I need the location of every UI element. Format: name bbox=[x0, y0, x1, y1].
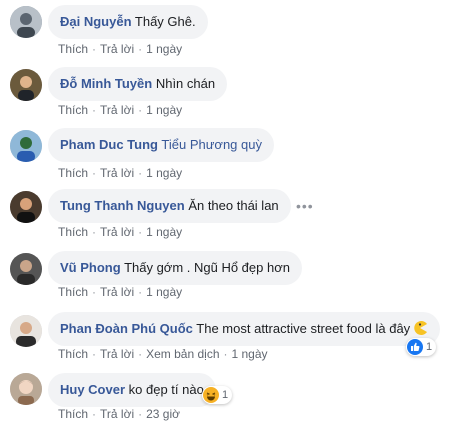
comment-author[interactable]: Đại Nguyễn bbox=[60, 14, 132, 29]
avatar[interactable] bbox=[10, 191, 42, 223]
comment-time[interactable]: 1 ngày bbox=[232, 347, 268, 361]
avatar[interactable] bbox=[10, 130, 42, 162]
comment-bubble: Đỗ Minh Tuyền Nhìn chán bbox=[48, 67, 228, 101]
avatar[interactable] bbox=[10, 253, 42, 285]
comment-time[interactable]: 1 ngày bbox=[146, 285, 182, 299]
comment-bubble: Vũ Phong Thấy gớm . Ngũ Hổ đẹp hơn bbox=[48, 251, 302, 285]
comment-actions: Thích · Trả lời · Xem bản dịch · 1 ngày bbox=[58, 347, 268, 361]
reply-link[interactable]: Trả lời bbox=[100, 103, 134, 117]
comment-time[interactable]: 1 ngày bbox=[146, 166, 182, 180]
mention-link[interactable]: Phương quỳ bbox=[190, 137, 262, 152]
comment-author[interactable]: Huy Cover bbox=[60, 382, 125, 397]
reply-link[interactable]: Trả lời bbox=[100, 347, 134, 361]
like-link[interactable]: Thích bbox=[58, 166, 88, 180]
like-link[interactable]: Thích bbox=[58, 42, 88, 56]
translate-link[interactable]: Xem bản dịch bbox=[146, 347, 219, 361]
like-link[interactable]: Thích bbox=[58, 285, 88, 299]
more-options-icon[interactable]: ••• bbox=[296, 198, 314, 214]
comment-text: ko đẹp tí nào bbox=[128, 382, 204, 397]
comment-text: Thấy Ghê. bbox=[134, 14, 196, 29]
comment-text: The most attractive street food là đây bbox=[196, 321, 411, 336]
reply-link[interactable]: Trả lời bbox=[100, 285, 134, 299]
avatar[interactable] bbox=[10, 315, 42, 347]
comment-bubble: Tung Thanh Nguyen Ăn theo thái lan bbox=[48, 189, 291, 223]
like-link[interactable]: Thích bbox=[58, 225, 88, 239]
haha-icon bbox=[203, 387, 219, 403]
comment-actions: Thích · Trả lời · 1 ngày bbox=[58, 285, 183, 299]
comment-actions: Thích · Trả lời · 1 ngày bbox=[58, 103, 183, 117]
comment-author[interactable]: Phan Đoàn Phú Quốc bbox=[60, 321, 193, 336]
reaction-count[interactable]: 1 bbox=[406, 338, 437, 356]
reply-link[interactable]: Trả lời bbox=[100, 407, 134, 421]
reply-link[interactable]: Trả lời bbox=[100, 225, 134, 239]
comment-actions: Thích · Trả lời · 1 ngày bbox=[58, 42, 183, 56]
like-link[interactable]: Thích bbox=[58, 407, 88, 421]
reply-link[interactable]: Trả lời bbox=[100, 42, 134, 56]
comment-text: Ăn theo thái lan bbox=[188, 198, 279, 213]
comment-author[interactable]: Đỗ Minh Tuyền bbox=[60, 76, 152, 91]
comment-author[interactable]: Tung Thanh Nguyen bbox=[60, 198, 185, 213]
comment-author[interactable]: Pham Duc Tung bbox=[60, 137, 158, 152]
reaction-count[interactable]: 1 bbox=[202, 386, 233, 404]
comment-bubble: Huy Cover ko đẹp tí nào bbox=[48, 373, 216, 407]
avatar[interactable] bbox=[10, 69, 42, 101]
like-link[interactable]: Thích bbox=[58, 347, 88, 361]
comment-bubble: Phan Đoàn Phú Quốc The most attractive s… bbox=[48, 312, 441, 346]
comment-bubble: Đại Nguyễn Thấy Ghê. bbox=[48, 5, 208, 39]
like-icon bbox=[407, 339, 423, 355]
reaction-count-number: 1 bbox=[222, 389, 229, 401]
comment-author[interactable]: Vũ Phong bbox=[60, 260, 121, 275]
comment-time[interactable]: 1 ngày bbox=[146, 103, 182, 117]
comment-actions: Thích · Trả lời · 1 ngày bbox=[58, 166, 183, 180]
avatar[interactable] bbox=[10, 373, 42, 405]
comment-text: Nhìn chán bbox=[155, 76, 216, 91]
pacman-icon bbox=[412, 320, 428, 336]
comment-time[interactable]: 1 ngày bbox=[146, 225, 182, 239]
comment-actions: Thích · Trả lời · 23 giờ bbox=[58, 407, 180, 421]
comment-time[interactable]: 23 giờ bbox=[146, 407, 180, 421]
comment-actions: Thích · Trả lời · 1 ngày bbox=[58, 225, 183, 239]
comment-text: Thấy gớm . Ngũ Hổ đẹp hơn bbox=[124, 260, 290, 275]
reply-link[interactable]: Trả lời bbox=[100, 166, 134, 180]
avatar[interactable] bbox=[10, 6, 42, 38]
comment-bubble: Pham Duc Tung Tiểu Phương quỳ bbox=[48, 128, 274, 162]
like-link[interactable]: Thích bbox=[58, 103, 88, 117]
mention-link[interactable]: Tiểu bbox=[161, 137, 186, 152]
comment-time[interactable]: 1 ngày bbox=[146, 42, 182, 56]
reaction-count-number: 1 bbox=[426, 341, 433, 353]
